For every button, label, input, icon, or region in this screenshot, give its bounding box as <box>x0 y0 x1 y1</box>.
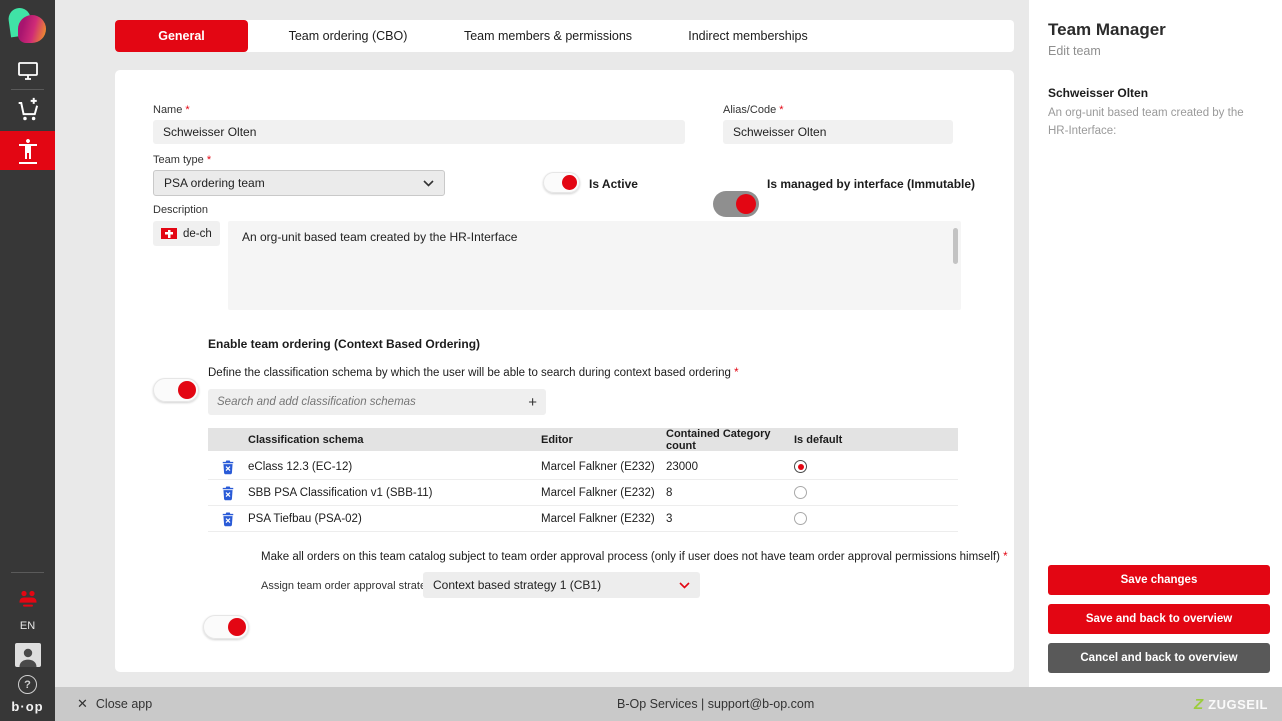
cart-add-icon[interactable] <box>0 96 55 124</box>
sidebar-item-team-manager[interactable] <box>0 131 55 170</box>
define-schema-text: Define the classification schema by whic… <box>208 367 739 379</box>
sidebar-divider <box>11 572 44 573</box>
approval-strategy-select[interactable]: Context based strategy 1 (CB1) <box>423 572 700 598</box>
order-approval-toggle[interactable] <box>203 615 249 639</box>
schema-search-box: + <box>208 389 546 415</box>
is-active-label: Is Active <box>589 177 638 191</box>
name-label: Name * <box>153 104 190 116</box>
panel-title: Team Manager <box>1048 20 1166 40</box>
zugseil-brand: Z ZUGSEIL <box>1194 696 1268 713</box>
team-manager-app: EN ? b·op General Team ordering (CBO) Te… <box>0 0 1282 721</box>
team-type-select[interactable]: PSA ordering team <box>153 170 445 196</box>
managed-by-interface-toggle <box>713 191 759 217</box>
logo-gradient-shape <box>18 15 46 43</box>
tab-team-ordering-cbo[interactable]: Team ordering (CBO) <box>248 20 448 52</box>
trash-x-icon <box>221 485 235 501</box>
company-logo-icon[interactable] <box>7 5 51 51</box>
trash-x-icon <box>221 511 235 527</box>
col-category-count: Contained Category count <box>666 428 794 452</box>
close-app-button[interactable]: ✕ Close app <box>77 696 152 712</box>
enable-team-ordering-label: Enable team ordering (Context Based Orde… <box>208 337 480 351</box>
team-group-icon[interactable] <box>0 588 55 610</box>
person-silhouette-icon <box>16 645 40 667</box>
alias-code-label: Alias/Code * <box>723 104 784 116</box>
schema-count: 23000 <box>666 461 794 473</box>
remove-schema-button[interactable] <box>208 511 248 527</box>
scrollbar-thumb[interactable] <box>953 228 958 264</box>
context-side-panel: Team Manager Edit team Schweisser Olten … <box>1029 0 1282 687</box>
is-active-toggle[interactable] <box>543 172 580 193</box>
enable-team-ordering-toggle[interactable] <box>153 378 199 402</box>
cancel-back-overview-button[interactable]: Cancel and back to overview <box>1048 643 1270 673</box>
tab-indirect-memberships[interactable]: Indirect memberships <box>648 20 848 52</box>
add-icon[interactable]: + <box>528 394 537 411</box>
chevron-down-icon <box>423 180 434 187</box>
approval-strategy-label: Assign team order approval strategy <box>261 580 438 592</box>
schema-count: 3 <box>666 513 794 525</box>
sidebar-divider <box>11 89 44 90</box>
is-default-radio[interactable] <box>794 486 807 499</box>
panel-subtitle: Edit team <box>1048 44 1101 58</box>
save-back-overview-button[interactable]: Save and back to overview <box>1048 604 1270 634</box>
schema-search-input[interactable] <box>217 396 528 408</box>
schema-editor: Marcel Falkner (E232) <box>541 461 666 473</box>
user-avatar[interactable] <box>15 643 41 667</box>
tab-bar: General Team ordering (CBO) Team members… <box>115 20 1014 52</box>
alias-code-input[interactable] <box>723 120 953 144</box>
schema-name: PSA Tiefbau (PSA-02) <box>248 513 541 525</box>
tab-general[interactable]: General <box>115 20 248 52</box>
managed-by-interface-label: Is managed by interface (Immutable) <box>767 177 975 191</box>
table-row: PSA Tiefbau (PSA-02) Marcel Falkner (E23… <box>208 506 958 532</box>
is-default-radio[interactable] <box>794 512 807 525</box>
panel-team-name: Schweisser Olten <box>1048 86 1148 100</box>
schema-editor: Marcel Falkner (E232) <box>541 487 666 499</box>
app-sidebar: EN ? b·op <box>0 0 55 721</box>
active-indicator <box>19 162 37 164</box>
bop-brand-logo: b·op <box>0 699 55 714</box>
language-chip[interactable]: de-ch <box>153 221 220 246</box>
name-input[interactable] <box>153 120 685 144</box>
panel-team-description: An org-unit based team created by the HR… <box>1048 105 1256 141</box>
desktop-monitor-icon[interactable] <box>0 59 55 83</box>
help-icon[interactable]: ? <box>18 675 37 694</box>
close-icon: ✕ <box>77 696 88 712</box>
schema-name: eClass 12.3 (EC-12) <box>248 461 541 473</box>
chevron-down-icon <box>679 582 690 589</box>
col-classification-schema: Classification schema <box>248 434 541 446</box>
swiss-flag-icon <box>161 228 177 239</box>
table-header-row: Classification schema Editor Contained C… <box>208 428 958 451</box>
zugseil-z-icon: Z <box>1194 696 1203 713</box>
tab-team-members-permissions[interactable]: Team members & permissions <box>448 20 648 52</box>
table-row: SBB PSA Classification v1 (SBB-11) Marce… <box>208 480 958 506</box>
save-changes-button[interactable]: Save changes <box>1048 565 1270 595</box>
support-text: B-Op Services | support@b-op.com <box>617 697 814 711</box>
description-textarea[interactable]: An org-unit based team created by the HR… <box>228 221 961 310</box>
schema-count: 8 <box>666 487 794 499</box>
classification-schema-table: Classification schema Editor Contained C… <box>208 428 958 532</box>
is-default-radio[interactable] <box>794 460 807 473</box>
accessibility-person-icon <box>16 137 40 161</box>
schema-name: SBB PSA Classification v1 (SBB-11) <box>248 487 541 499</box>
description-label: Description <box>153 204 208 216</box>
schema-editor: Marcel Falkner (E232) <box>541 513 666 525</box>
remove-schema-button[interactable] <box>208 485 248 501</box>
remove-schema-button[interactable] <box>208 459 248 475</box>
language-selector[interactable]: EN <box>0 620 55 632</box>
trash-x-icon <box>221 459 235 475</box>
col-editor: Editor <box>541 434 666 446</box>
team-type-label: Team type * <box>153 154 211 166</box>
edit-team-form-card: Name * Alias/Code * Team type * PSA orde… <box>115 70 1014 672</box>
col-is-default: Is default <box>794 434 958 446</box>
app-footer: ✕ Close app B-Op Services | support@b-op… <box>55 687 1282 721</box>
order-approval-text: Make all orders on this team catalog sub… <box>261 551 1008 563</box>
table-row: eClass 12.3 (EC-12) Marcel Falkner (E232… <box>208 454 958 480</box>
